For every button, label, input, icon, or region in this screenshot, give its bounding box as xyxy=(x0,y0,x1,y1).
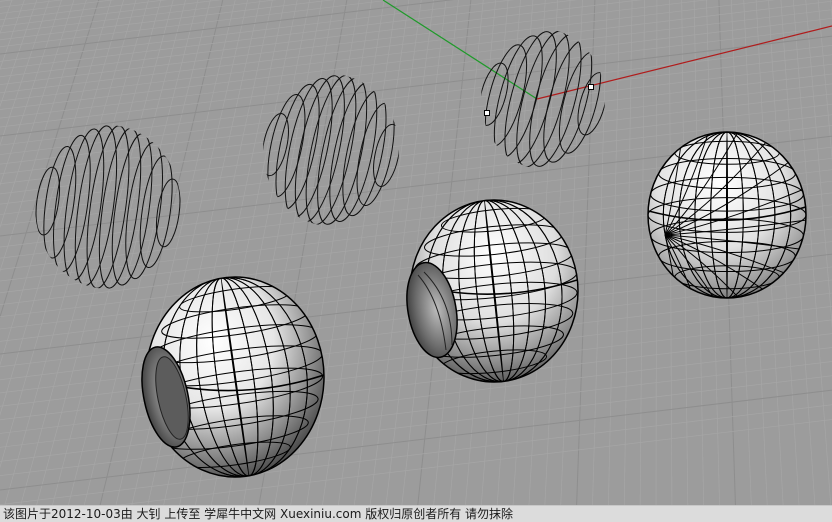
watermark-caption: 该图片于2012-10-03由 大钊 上传至 学犀牛中文网 Xuexiniu.c… xyxy=(0,505,832,522)
perspective-viewport[interactable]: 该图片于2012-10-03由 大钊 上传至 学犀牛中文网 Xuexiniu.c… xyxy=(0,0,832,522)
viewport-canvas[interactable] xyxy=(0,0,832,522)
grip-point-1 xyxy=(484,110,490,116)
grip-point-2 xyxy=(588,84,594,90)
